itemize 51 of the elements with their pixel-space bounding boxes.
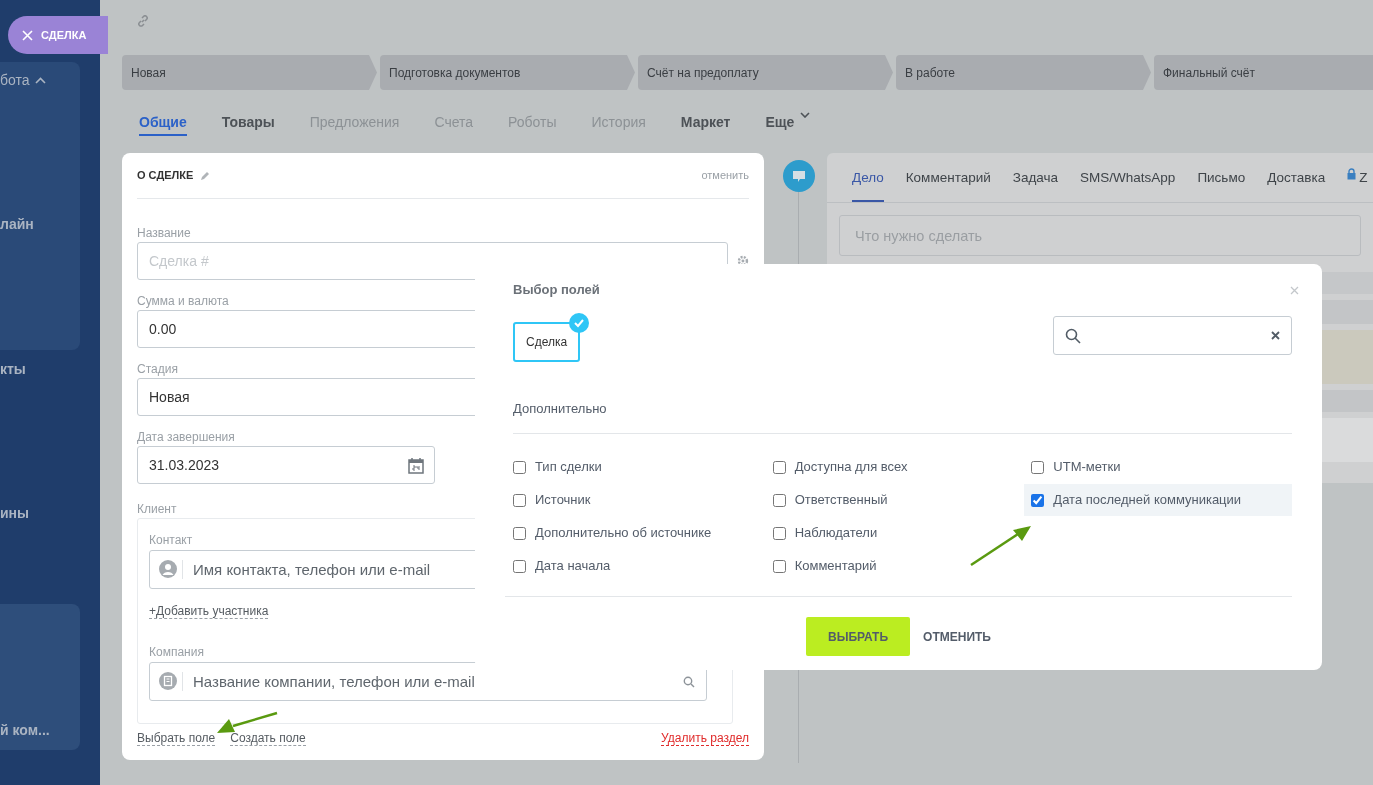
option-label: UTM-метки	[1053, 458, 1121, 477]
field-label: Компания	[149, 644, 204, 661]
option-label: Дополнительно об источнике	[535, 524, 712, 543]
option-label: Наблюдатели	[794, 524, 878, 543]
input-field[interactable]: Название компании, телефон или e-mail	[149, 662, 707, 701]
tab[interactable]: Задача	[1012, 168, 1059, 202]
option-label: Тип сделки	[535, 458, 602, 477]
field-label: Контакт	[149, 532, 193, 549]
delete-section-link[interactable]: Удалить раздел	[661, 731, 749, 746]
tab[interactable]: Z	[1347, 168, 1368, 202]
option-label: Дата начала	[535, 557, 611, 576]
sidebar-item[interactable]: кты	[0, 359, 26, 380]
field-label: Сумма и валюта	[137, 293, 229, 310]
option-label: Комментарий	[794, 557, 877, 576]
field-label: Стадия	[137, 361, 178, 378]
tab[interactable]: Дело	[852, 168, 884, 202]
add-participant-link[interactable]: +Добавить участника	[149, 604, 269, 619]
tab[interactable]: Общие	[139, 112, 187, 136]
sidebar-item[interactable]: лайн	[0, 214, 34, 235]
cancel-button[interactable]: ОТМЕНИТЬ	[923, 617, 991, 656]
tab[interactable]: Маркет	[680, 112, 731, 136]
tab[interactable]: Товары	[221, 112, 275, 136]
option-label: Доступна для всех	[794, 458, 908, 477]
tab[interactable]: Еще	[765, 112, 811, 136]
option-label: Дата последней коммуникации	[1053, 491, 1242, 510]
stage-step[interactable]: Подготовка документов	[380, 55, 635, 90]
stage-step[interactable]: В работе	[896, 55, 1151, 90]
cancel-link[interactable]: отменить	[701, 167, 749, 184]
select-button[interactable]: ВЫБРАТЬ	[806, 617, 911, 656]
tab[interactable]: SMS/WhatsApp	[1080, 168, 1176, 202]
stage-step[interactable]: Финальный счёт	[1154, 55, 1373, 90]
sidebar-item[interactable]: ины	[0, 503, 30, 524]
date-field[interactable]: 31.03.2023	[137, 446, 435, 484]
field-label: Дата завершения	[137, 429, 235, 446]
input-field[interactable]: Сделка #	[137, 242, 729, 280]
tab[interactable]: Письмо	[1197, 168, 1246, 202]
field-label: Клиент	[137, 501, 177, 518]
field-label: Название	[137, 225, 191, 242]
stage-step[interactable]: Новая	[122, 55, 377, 90]
sidebar-item[interactable]: бота	[0, 70, 46, 91]
option-label: Источник	[535, 491, 591, 510]
section-heading: Дополнительно	[513, 400, 608, 417]
action-link[interactable]: Выбрать поле	[137, 731, 216, 746]
stage-step[interactable]: Счёт на предоплату	[638, 55, 893, 90]
section-title: О СДЕЛКЕ	[137, 168, 194, 184]
close-button[interactable]: СДЕЛКА	[8, 16, 108, 54]
dialog-title: Выбор полей	[513, 281, 600, 300]
tab[interactable]: Доставка	[1267, 168, 1326, 202]
option-label: Ответственный	[794, 491, 888, 510]
sidebar-item[interactable]: й ком...	[0, 720, 50, 741]
tab[interactable]: Комментарий	[905, 168, 991, 202]
